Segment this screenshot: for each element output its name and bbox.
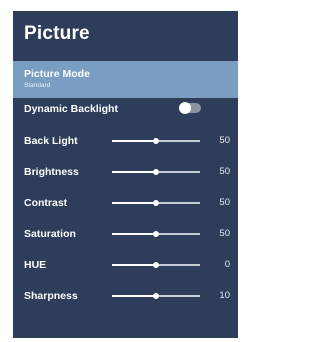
slider-knob-icon[interactable] (153, 138, 159, 144)
setting-label: Sharpness (24, 290, 78, 302)
setting-label: HUE (24, 259, 47, 271)
slider-knob-icon[interactable] (153, 169, 159, 175)
setting-row-back-light[interactable]: Back Light 50 (13, 133, 238, 149)
dynamic-backlight-label: Dynamic Backlight (24, 103, 118, 115)
slider-saturation[interactable] (112, 231, 200, 237)
slider-knob-icon[interactable] (153, 231, 159, 237)
picture-mode-label: Picture Mode (24, 68, 90, 80)
setting-row-hue[interactable]: HUE 0 (13, 257, 238, 273)
slider-knob-icon[interactable] (153, 262, 159, 268)
slider-knob-icon[interactable] (153, 293, 159, 299)
slider-hue[interactable] (112, 262, 200, 268)
panel-title: Picture (24, 23, 90, 44)
setting-value: 0 (224, 259, 230, 270)
picture-settings-panel: Picture Picture Mode Standard Dynamic Ba… (13, 11, 238, 338)
setting-label: Brightness (24, 166, 79, 178)
slider-brightness[interactable] (112, 169, 200, 175)
setting-label: Saturation (24, 228, 76, 240)
setting-value: 50 (219, 197, 230, 208)
setting-value: 50 (219, 135, 230, 146)
dynamic-backlight-toggle[interactable] (179, 102, 201, 114)
slider-contrast[interactable] (112, 200, 200, 206)
slider-knob-icon[interactable] (153, 200, 159, 206)
setting-value: 50 (219, 166, 230, 177)
setting-row-saturation[interactable]: Saturation 50 (13, 226, 238, 242)
setting-label: Contrast (24, 197, 68, 209)
toggle-knob-icon (179, 102, 191, 114)
setting-value: 10 (219, 290, 230, 301)
setting-label: Back Light (24, 135, 78, 147)
setting-value: 50 (219, 228, 230, 239)
picture-mode-item[interactable]: Picture Mode Standard (13, 61, 238, 98)
setting-row-sharpness[interactable]: Sharpness 10 (13, 288, 238, 304)
slider-back-light[interactable] (112, 138, 200, 144)
picture-mode-value: Standard (24, 82, 51, 89)
setting-row-brightness[interactable]: Brightness 50 (13, 164, 238, 180)
setting-row-contrast[interactable]: Contrast 50 (13, 195, 238, 211)
slider-sharpness[interactable] (112, 293, 200, 299)
